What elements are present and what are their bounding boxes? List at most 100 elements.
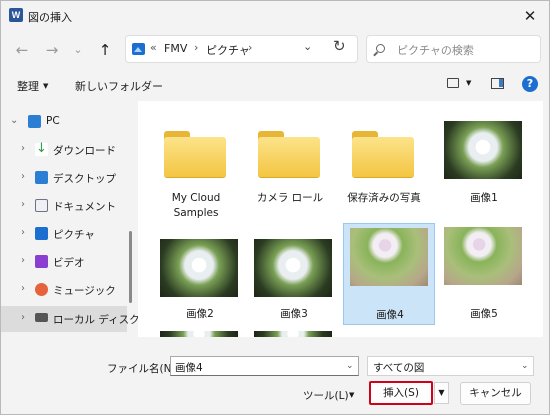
breadcrumb-separator[interactable]: › [248, 41, 252, 54]
insert-button[interactable]: 挿入(S) [369, 381, 433, 405]
caret-down-icon: ▼ [43, 82, 49, 90]
word-app-icon: W [9, 8, 23, 22]
sidebar-item-label: ダウンロード [53, 145, 116, 157]
refresh-icon[interactable]: ↻ [333, 37, 346, 55]
organize-button[interactable]: 整理 ▼ [17, 78, 48, 94]
file-name: 画像1 [470, 192, 498, 204]
file-name: 画像5 [470, 308, 498, 320]
help-icon[interactable]: ? [522, 76, 538, 92]
file-name: Samples [173, 207, 219, 219]
file-image2[interactable]: 画像2 [154, 233, 246, 333]
chevron-right-icon[interactable]: › [21, 143, 25, 154]
file-image4[interactable]: 画像4 [343, 223, 435, 325]
image-thumbnail-partial [254, 331, 332, 337]
navigation-pane: ⌄ PC › ↓ ダウンロード › デスクトップ › ドキュメント › ピクチャ… [1, 101, 147, 337]
dialog-title: 図の挿入 [28, 11, 72, 24]
image-thumbnail [160, 239, 238, 297]
sidebar-item-label: PC [46, 115, 60, 127]
new-folder-button[interactable]: 新しいフォルダー [75, 78, 163, 94]
desktop-icon [35, 171, 48, 184]
tools-button[interactable]: ツール(L) [303, 388, 349, 403]
image-thumbnail-partial [160, 331, 238, 337]
sidebar-item-local-disk[interactable]: › ローカル ディスク ( [1, 306, 147, 332]
document-icon [35, 199, 48, 212]
sidebar-item-pictures[interactable]: › ピクチャ [1, 223, 127, 245]
file-image3[interactable]: 画像3 [248, 233, 340, 333]
cancel-button[interactable]: キャンセル [460, 382, 531, 405]
folder-icon [352, 131, 414, 177]
folder-icon [258, 131, 320, 177]
file-image1[interactable]: 画像1 [438, 115, 530, 215]
insert-picture-dialog: W 図の挿入 ✕ ← → ⌄ ↑ « FMV › ピクチャ › ⌄ ↻ ピクチャ… [0, 0, 550, 415]
sidebar-item-music[interactable]: › ミュージック [1, 279, 127, 301]
file-name: 画像3 [280, 308, 308, 320]
file-type-filter[interactable]: すべての図 [367, 356, 534, 376]
filename-label: ファイル名(N): [107, 363, 180, 375]
image-thumbnail [444, 121, 522, 179]
address-chevron-down-icon[interactable]: ⌄ [303, 40, 312, 53]
folder-icon [164, 131, 226, 177]
insert-dropdown-button[interactable]: ▼ [434, 382, 449, 404]
chevron-down-icon[interactable]: ⌄ [10, 115, 18, 126]
chevron-right-icon[interactable]: › [21, 171, 25, 182]
folder-saved-pictures[interactable]: 保存済みの写真 [338, 115, 430, 215]
forward-arrow-icon[interactable]: → [41, 39, 63, 61]
image-thumbnail [444, 227, 522, 285]
file-image5[interactable]: 画像5 [438, 223, 530, 323]
chevron-right-icon[interactable]: › [21, 312, 25, 323]
sidebar-item-desktop[interactable]: › デスクトップ [1, 167, 127, 189]
drive-icon [35, 313, 48, 322]
file-name: 保存済みの写真 [347, 192, 421, 204]
breadcrumb-pictures[interactable]: ピクチャ [206, 42, 250, 58]
chevron-down-icon[interactable]: ⌄ [521, 361, 529, 371]
file-name: カメラ ロール [256, 192, 324, 204]
chevron-right-icon[interactable]: › [21, 255, 25, 266]
recent-chevron-down-icon[interactable]: ⌄ [67, 39, 89, 61]
image-thumbnail [350, 228, 428, 286]
file-list: My Cloud Samples カメラ ロール 保存済みの写真 画像1 画像2… [138, 101, 543, 337]
view-options-icon[interactable] [447, 78, 459, 88]
back-arrow-icon[interactable]: ← [11, 39, 33, 61]
sidebar-item-label: ミュージック [53, 285, 116, 297]
up-arrow-icon[interactable]: ↑ [94, 39, 116, 61]
sidebar-item-downloads[interactable]: › ↓ ダウンロード [1, 139, 127, 161]
file-list-scrollbar[interactable] [544, 101, 549, 337]
sidebar-item-documents[interactable]: › ドキュメント [1, 195, 127, 217]
chevron-right-icon[interactable]: › [21, 227, 25, 238]
command-bar: 整理 ▼ 新しいフォルダー ▼ ? [1, 71, 549, 99]
folder-my-cloud-samples[interactable]: My Cloud Samples [150, 115, 242, 219]
chevron-down-icon[interactable]: ⌄ [346, 361, 354, 371]
filename-input[interactable]: 画像4 [170, 356, 359, 376]
pc-icon [28, 115, 41, 128]
sidebar-item-videos[interactable]: › ビデオ [1, 251, 127, 273]
caret-down-icon[interactable]: ▼ [349, 391, 354, 399]
address-overflow[interactable]: « [150, 41, 157, 54]
search-icon [376, 44, 385, 53]
sidebar-item-label: ビデオ [53, 257, 85, 269]
file-name: My Cloud [171, 192, 221, 204]
search-box[interactable]: ピクチャの検索 [366, 35, 541, 63]
download-icon: ↓ [35, 141, 48, 156]
sidebar-item-pc[interactable]: ⌄ PC [1, 111, 127, 133]
chevron-right-icon[interactable]: › [21, 199, 25, 210]
sidebar-item-label: ローカル ディスク ( [53, 314, 148, 326]
breadcrumb-fmv[interactable]: FMV [164, 42, 187, 55]
sidebar-scrollbar[interactable] [129, 231, 132, 303]
chevron-right-icon[interactable]: › [21, 283, 25, 294]
caret-down-icon[interactable]: ▼ [466, 79, 471, 87]
organize-label: 整理 [17, 80, 39, 93]
title-bar: W 図の挿入 ✕ [1, 1, 549, 31]
music-icon [35, 283, 48, 296]
search-input[interactable]: ピクチャの検索 [397, 42, 474, 58]
image-thumbnail [254, 239, 332, 297]
close-icon[interactable]: ✕ [513, 3, 547, 29]
pictures-location-icon [132, 43, 145, 55]
file-name: 画像2 [186, 308, 214, 320]
address-bar[interactable]: « FMV › ピクチャ › [125, 35, 358, 63]
breadcrumb-separator[interactable]: › [194, 41, 198, 54]
folder-camera-roll[interactable]: カメラ ロール [244, 115, 336, 215]
preview-pane-icon[interactable] [491, 78, 504, 89]
sidebar-item-label: デスクトップ [53, 173, 116, 185]
file-name: 画像4 [376, 309, 404, 321]
sidebar-item-label: ピクチャ [53, 229, 95, 241]
